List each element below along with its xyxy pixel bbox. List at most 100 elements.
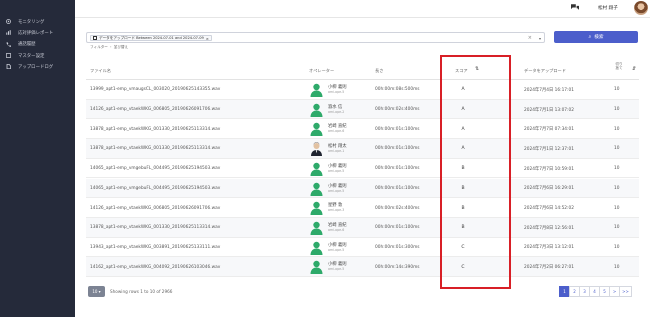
operator-avatar [311, 142, 322, 157]
rows-info: Showing rows 1 to 10 of 2966 [110, 289, 173, 294]
operator-id: ami-ope-6 [328, 227, 345, 232]
cell-filename: 14126_apt1-emp_vtaekWKG_006805_201906260… [90, 107, 221, 113]
operator-avatar [310, 241, 323, 255]
operator-id: ami-ope-5 [328, 267, 345, 272]
table-row[interactable]: 13943_apt1-emp_vtaekWKG_003891_201906251… [86, 238, 639, 258]
operator-id: ami-ope-1 [328, 149, 345, 154]
sidebar-item-label: モニタリング [18, 19, 45, 25]
cell-upload-date: 2024年7月2日 06:27:01 [524, 265, 574, 271]
cell-length: 00h:00m:02s:400ms [375, 107, 420, 113]
operator-avatar [310, 83, 323, 97]
table-row[interactable]: 14065_apt1-emp_vmgebuFL_004495_201906251… [86, 178, 639, 199]
cell-length: 00h:00m:01s:300ms [375, 244, 420, 250]
file-icon [6, 64, 11, 70]
cell-length: 00h:00m:01s:100ms [375, 146, 420, 152]
chevron-down-icon[interactable]: ▾ [539, 36, 541, 41]
cell-cut: 10 [614, 244, 620, 250]
cell-cut: 10 [614, 87, 620, 93]
sidebar-item-5[interactable]: アップロードログ [0, 61, 75, 72]
filter-chip-label: データをアップロード Between 2024-07-01 and 2024-0… [99, 35, 204, 40]
cell-cut: 10 [614, 225, 620, 231]
cell-upload-date: 2024年7月1日 12:37:01 [524, 146, 574, 152]
header-operator[interactable]: オペレーター [309, 68, 334, 74]
gear-icon [6, 19, 11, 25]
page-button[interactable]: >> [619, 286, 632, 297]
header-length[interactable]: 長さ [375, 68, 383, 74]
sidebar-item-4[interactable]: マスター設定 [0, 50, 75, 61]
user-avatar[interactable] [634, 1, 648, 15]
column-toggle-icon[interactable]: ⇵ [632, 66, 636, 72]
header-cut[interactable]: 切り 捨て [614, 62, 624, 71]
header-uploaded[interactable]: データをアップロード [524, 68, 566, 74]
operator-id: ami-ope-2 [328, 109, 345, 114]
operator-id: ami-ope-5 [328, 168, 345, 173]
calendar-icon [93, 36, 97, 40]
sidebar-nav: モニタリング応対評価レポート 通話履歴マスター設定アップロードログ [0, 16, 75, 72]
operator-id: ami-ope-5 [328, 188, 345, 193]
cell-length: 00h:00m:01s:100ms [375, 126, 420, 132]
cell-filename: 14065_apt1-emp_vmgebuFL_004495_201906251… [90, 185, 221, 191]
search-input[interactable]: データをアップロード Between 2024-07-01 and 2024-0… [86, 32, 545, 43]
sidebar-item-label: マスター設定 [18, 53, 45, 59]
chat-icon[interactable] [571, 4, 579, 11]
cell-upload-date: 2024年7月4日 16:17:01 [524, 87, 574, 93]
operator-id: ami-ope-5 [328, 247, 345, 252]
cell-upload-date: 2024年7月7日 07:34:01 [524, 127, 574, 133]
table-row[interactable]: 13999_apt1-emp_vmaugsCL_003020_201906251… [86, 80, 639, 100]
cell-cut: 10 [614, 185, 620, 191]
operator-id: ami-ope-5 [328, 90, 345, 94]
cell-cut: 10 [614, 146, 620, 152]
cell-filename: 13999_apt1-emp_vmaugsCL_003020_201906251… [90, 87, 221, 93]
operator-id: ami-ope-3 [328, 208, 345, 213]
search-icon: ⌕ [588, 34, 592, 40]
pagination: 1 2 3 4 5 > >> [559, 286, 632, 297]
chart-icon [6, 30, 11, 36]
table-row[interactable]: 13878_apt1-emp_vtaekWKG_001330_201906251… [86, 119, 639, 140]
clear-icon[interactable]: × [528, 35, 532, 41]
cell-filename: 14065_apt1-emp_vmgebuFL_004495_201906251… [90, 166, 221, 172]
header-cut-label: 切り 捨て [615, 62, 623, 71]
table-row[interactable]: 14162_apt1-emp_vtaekWKG_004092_201906261… [86, 257, 639, 277]
operator-avatar [310, 162, 323, 176]
sidebar-item-3[interactable]: 通話履歴 [0, 39, 75, 50]
sidebar-item-1[interactable]: モニタリング [0, 16, 75, 27]
cell-filename: 13878_apt1-emp_vtaekWKG_001330_201906251… [90, 146, 221, 152]
table-row[interactable]: 14126_apt1-emp_vtaekWKG_006805_201906260… [86, 198, 639, 218]
operator-avatar [310, 201, 323, 216]
cell-filename: 13878_apt1-emp_vtaekWKG_001330_201906251… [90, 225, 221, 231]
cell-cut: 10 [614, 264, 620, 270]
filter-links[interactable]: フィルター ・ 並び替え [90, 45, 128, 50]
sidebar-item-2[interactable]: 応対評価レポート [0, 27, 75, 38]
cell-length: 00h:00m:02s:400ms [375, 205, 420, 211]
sidebar-item-label: 通話履歴 [18, 42, 36, 48]
header-filename[interactable]: ファイル名 [90, 68, 111, 74]
sidebar: モニタリング応対評価レポート 通話履歴マスター設定アップロードログ [0, 0, 75, 317]
table-row[interactable]: 13878_apt1-emp_vtaekWKG_001330_201906251… [86, 217, 639, 238]
search-button-label: 検索 [594, 35, 604, 40]
operator-avatar [310, 261, 323, 275]
table-row[interactable]: 14126_apt1-emp_vtaekWKG_006805_201906260… [86, 99, 639, 120]
table-row[interactable]: 13878_apt1-emp_vtaekWKG_001330_201906251… [86, 139, 639, 159]
filter-chip[interactable]: データをアップロード Between 2024-07-01 and 2024-0… [90, 35, 212, 41]
cell-upload-date: 2024年7月6日 16:29:01 [524, 186, 574, 192]
operator-id: ami-ope-6 [328, 129, 345, 134]
score-column-highlight [440, 55, 511, 289]
operator-avatar [310, 221, 323, 235]
cell-filename: 14162_apt1-emp_vtaekWKG_004092_201906261… [90, 264, 221, 270]
sidebar-item-label: アップロードログ [18, 64, 54, 70]
cell-filename: 13943_apt1-emp_vtaekWKG_003891_201906251… [90, 244, 221, 250]
table-row[interactable]: 14065_apt1-emp_vmgebuFL_004495_201906251… [86, 159, 639, 179]
operator-avatar [310, 123, 323, 137]
chip-close-icon[interactable]: × [206, 36, 209, 41]
cell-length: 00h:00m:01s:100ms [375, 166, 420, 172]
sidebar-item-label: 応対評価レポート [18, 30, 54, 36]
settings-icon [6, 53, 11, 59]
operator-avatar [310, 182, 323, 196]
phone-icon [6, 42, 11, 47]
search-button[interactable]: ⌕ 検索 [554, 31, 638, 43]
cell-filename: 14126_apt1-emp_vtaekWKG_006805_201906260… [90, 205, 221, 211]
user-name[interactable]: 松村 翔子 [598, 5, 618, 11]
cell-length: 00h:00m:08s:500ms [375, 87, 420, 93]
page-size-select[interactable]: 10 ▾ [88, 286, 105, 297]
operator-avatar [310, 103, 323, 117]
